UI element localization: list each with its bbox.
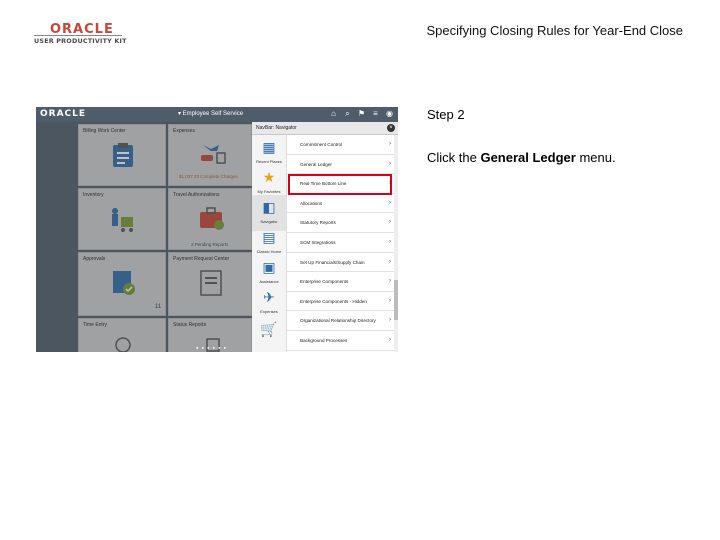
rail-label: Assistance [259, 279, 279, 284]
nav-compass-icon[interactable]: ◉ [385, 109, 394, 119]
nav-item-label: General Ledger [300, 161, 332, 167]
navigator-icon: ◧ [262, 199, 276, 215]
chevron-right-icon: › [389, 199, 391, 206]
nav-item-org-relationship-directory[interactable]: Organizational Relationship Directory › [287, 311, 394, 331]
step-instruction: Click the General Ledger menu. [427, 150, 616, 165]
rail-label: Recent Places [256, 159, 282, 164]
oracle-upk-logo: ORACLE USER PRODUCTIVITY KIT [34, 22, 127, 48]
nav-item-label: Organizational Relationship Directory [300, 318, 376, 324]
nav-item-setup-financials[interactable]: Set Up Financials/Supply Chain › [287, 253, 394, 273]
rail-expenses[interactable]: ✈ Expenses [252, 285, 286, 321]
scroll-thumb[interactable] [394, 280, 398, 320]
navbar-rail: ▦ Recent Places ★ My Favorites ◧ Navigat… [252, 135, 287, 352]
chevron-right-icon: › [389, 317, 391, 324]
homepage-selector[interactable]: ▾ Employee Self Service [178, 110, 243, 117]
navigator-menu: Commitment Control › General Ledger › Real… [287, 135, 394, 351]
navigator-title: NavBar: Navigator [256, 125, 297, 131]
expenses-icon: ✈ [263, 289, 275, 305]
close-icon[interactable]: × [387, 124, 395, 132]
nav-item-label: Background Processes [300, 337, 348, 343]
cart-icon: 🛒 [260, 321, 278, 337]
slide-title: Specifying Closing Rules for Year-End Cl… [426, 23, 683, 38]
instruction-target: General Ledger [480, 150, 576, 165]
classic-home-icon: ▤ [262, 229, 276, 245]
modal-overlay [36, 122, 252, 352]
star-icon: ★ [262, 169, 276, 185]
rail-cart[interactable]: 🛒 [252, 317, 286, 352]
assistance-icon: ▣ [262, 259, 276, 275]
instruction-suffix: menu. [575, 150, 616, 165]
nav-item-allocations[interactable]: Allocations › [287, 194, 394, 214]
nav-item-general-ledger[interactable]: General Ledger › [287, 155, 394, 175]
flag-icon[interactable]: ⚑ [357, 109, 366, 119]
chevron-right-icon: › [389, 297, 391, 304]
application-screenshot: ORACLE ▾ Employee Self Service ⌂ ⌕ ⚑ ≡ ◉… [36, 107, 398, 352]
nav-item-label: SCM Integrations [300, 239, 336, 245]
chevron-right-icon: › [389, 238, 391, 245]
navigator-panel: NavBar: Navigator × ▦ Recent Places ★ My… [252, 122, 398, 352]
nav-item-label: Statutory Reports [300, 220, 336, 226]
rail-label: My Favorites [257, 189, 281, 194]
rail-label: Expenses [260, 309, 278, 314]
chevron-right-icon: › [389, 219, 391, 226]
upk-logo-text: USER PRODUCTIVITY KIT [34, 37, 127, 45]
menu-icon[interactable]: ≡ [371, 109, 380, 119]
chevron-right-icon: › [389, 336, 391, 343]
nav-item-enterprise-components[interactable]: Enterprise Components › [287, 272, 394, 292]
nav-item-label: Set Up Financials/Supply Chain [300, 259, 365, 265]
instruction-prefix: Click the [427, 150, 481, 165]
navigator-scrollbar[interactable] [394, 135, 398, 352]
search-icon[interactable]: ⌕ [343, 109, 352, 119]
logo-divider [34, 35, 122, 36]
home-icon[interactable]: ⌂ [329, 109, 338, 119]
rail-label: Classic Home [256, 249, 282, 254]
page-indicator-dots[interactable]: ● ● ● ● ● ● [196, 345, 227, 350]
nav-item-scm-integrations[interactable]: SCM Integrations › [287, 233, 394, 253]
nav-item-commitment-control[interactable]: Commitment Control › [287, 135, 394, 155]
chevron-right-icon: › [389, 160, 391, 167]
recent-places-icon: ▦ [262, 139, 276, 155]
chevron-right-icon: › [389, 278, 391, 285]
nav-item-label: Commitment Control [300, 142, 343, 147]
rail-label: Navigator [260, 219, 278, 224]
nav-item-enterprise-components-hidden[interactable]: Enterprise Components - Hidden › [287, 292, 394, 312]
general-ledger-highlight-box [288, 174, 392, 195]
app-header-bar: ORACLE ▾ Employee Self Service ⌂ ⌕ ⚑ ≡ ◉ [36, 107, 398, 122]
nav-item-background-processes[interactable]: Background Processes › [287, 331, 394, 351]
navigator-header: NavBar: Navigator × [252, 122, 398, 135]
chevron-right-icon: › [389, 141, 391, 147]
step-label: Step 2 [427, 107, 465, 122]
nav-item-label: Enterprise Components - Hidden [300, 298, 367, 304]
nav-item-statutory-reports[interactable]: Statutory Reports › [287, 213, 394, 233]
chevron-right-icon: › [389, 258, 391, 265]
nav-item-label: Enterprise Components [300, 279, 349, 285]
nav-item-label: Allocations [300, 200, 323, 206]
app-oracle-logo: ORACLE [40, 109, 87, 119]
